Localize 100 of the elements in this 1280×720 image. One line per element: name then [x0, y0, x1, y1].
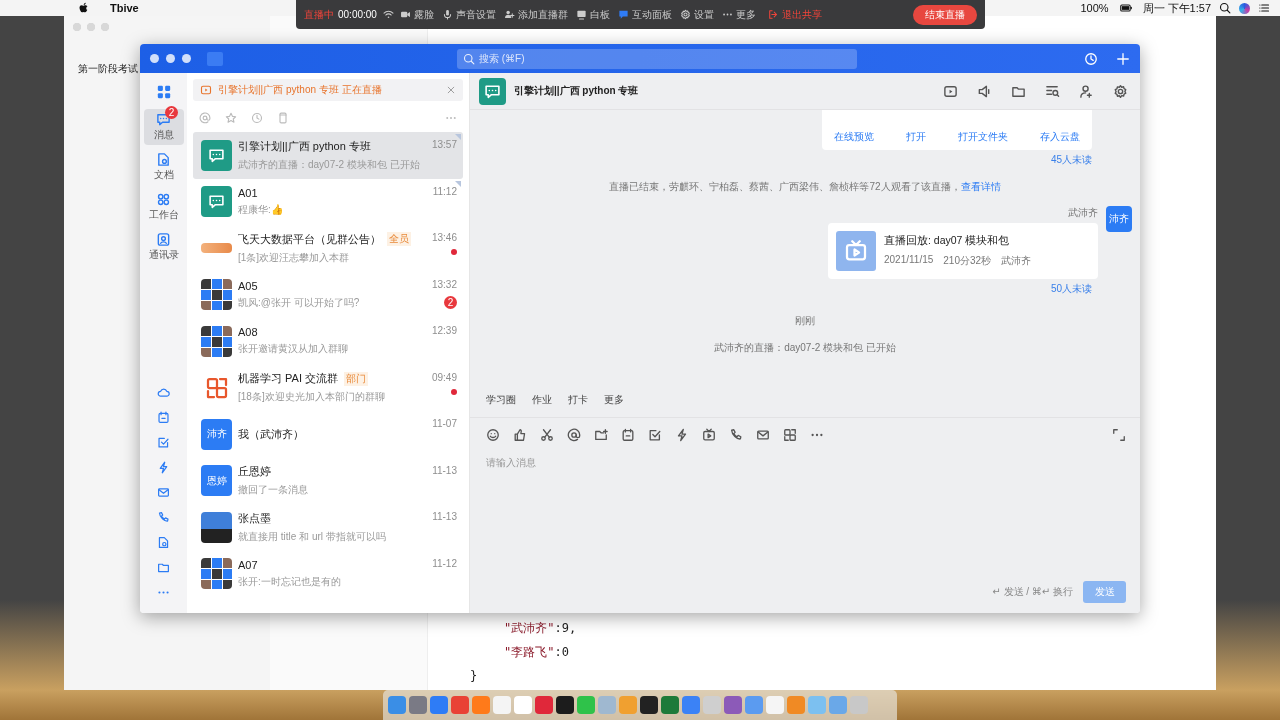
scissors-icon[interactable]: [540, 428, 554, 442]
file-action-link[interactable]: 打开文件夹: [958, 130, 1008, 144]
unread-count-link[interactable]: 50人未读: [1050, 282, 1092, 296]
unread-dot: [451, 249, 457, 255]
chat-time: 11-13: [432, 464, 457, 476]
banner-text: 引擎计划||广西 python 专班 正在直播: [218, 83, 383, 97]
group-avatar: [201, 279, 232, 311]
exit-icon: [767, 9, 779, 20]
checkbox-icon[interactable]: [648, 428, 662, 442]
folder-icon[interactable]: [157, 561, 170, 574]
chat-item[interactable]: A01 程康华:👍 11:12: [193, 178, 463, 225]
chat-item[interactable]: 引擎计划||广西 python 专班 武沛齐的直播：day07-2 模块和包 已开始 13:57: [193, 132, 463, 179]
file-action-link[interactable]: 在线预览: [834, 130, 874, 144]
lightning-icon[interactable]: [157, 461, 170, 474]
lightning-icon[interactable]: [675, 428, 689, 442]
message-preview: [18条]欢迎史光加入本部门的群聊: [238, 390, 386, 405]
toolbar-button[interactable]: 声音设置: [439, 7, 498, 22]
thumbs-up-icon[interactable]: [513, 428, 527, 442]
envelope-icon[interactable]: [756, 428, 770, 442]
list-search-icon[interactable]: [1045, 83, 1060, 99]
phone-icon[interactable]: [157, 511, 170, 524]
quick-tab[interactable]: 更多: [598, 391, 630, 409]
calendar-icon[interactable]: [621, 428, 635, 442]
chat-name: 机器学习 PAI 交流群: [238, 371, 339, 387]
at-sign-icon[interactable]: [567, 428, 581, 442]
search-icon[interactable]: [1219, 2, 1231, 14]
folder-plus-icon[interactable]: [594, 428, 608, 442]
checkbox-icon[interactable]: [157, 436, 170, 449]
unread-badge: 2: [165, 106, 178, 119]
group-logo: [201, 243, 232, 254]
menu-icon[interactable]: [1258, 2, 1270, 14]
menu-clock: 周一 下午1:57: [1142, 0, 1211, 16]
emoji-icon[interactable]: [486, 428, 500, 442]
code-line: "李路飞":0: [503, 644, 570, 661]
rail-tab[interactable]: 通讯录: [143, 229, 184, 265]
envelope-icon[interactable]: [157, 486, 170, 499]
live-timer: 00:00:00: [338, 9, 377, 20]
photo-placeholder: [201, 511, 232, 543]
history-icon[interactable]: [1084, 51, 1098, 66]
speaker-icon[interactable]: [977, 83, 992, 99]
quick-tab[interactable]: 学习圈: [480, 391, 522, 409]
group-avatar: [201, 325, 232, 357]
chat-name: 张点墨: [238, 510, 271, 526]
contact-card-icon: [156, 232, 171, 247]
app-icon[interactable]: [556, 696, 574, 714]
chat-item[interactable]: A05 凯风:@张开 可以开始了吗? 13:32 2: [193, 271, 463, 318]
app-icon[interactable]: [640, 696, 658, 714]
chat-item[interactable]: 机器学习 PAI 交流群 部门 [18条]欢迎史光加入本部门的群聊 09:49: [193, 364, 463, 411]
system-notice: 武沛齐的直播：day07-2 模块和包 已开始: [713, 341, 897, 355]
expand-icon[interactable]: [1112, 428, 1126, 442]
rail-tab[interactable]: 工作台: [143, 189, 184, 225]
message-input[interactable]: 请输入消息: [486, 442, 1126, 581]
user-avatar: 恩婷: [201, 465, 232, 497]
close-icon[interactable]: [446, 85, 456, 95]
microphone-icon: [441, 9, 453, 20]
card-duration: 210分32秒: [943, 254, 992, 268]
sidebar-title: 第一阶段考试: [77, 62, 139, 76]
chat-item[interactable]: A08 张开邀请黄汉从加入群聊 12:39: [193, 318, 463, 365]
toolbar-button[interactable]: 更多: [719, 7, 758, 22]
document-icon[interactable]: [157, 536, 170, 549]
chat-item[interactable]: 飞天大数据平台（见群公告） 全员 [1条]欢迎汪志攀加入本群 13:46: [193, 225, 463, 272]
user-avatar: 沛齐: [201, 418, 232, 450]
unread-count-link[interactable]: 45人未读: [1050, 153, 1092, 167]
code-line: }: [470, 668, 479, 685]
add-person-icon[interactable]: [1079, 83, 1094, 99]
file-action-link[interactable]: 打开: [906, 130, 926, 144]
toolbar-button[interactable]: 互动面板: [615, 7, 674, 22]
view-details-link[interactable]: 查看详情: [960, 181, 1001, 192]
toolbar-button[interactable]: 设置: [677, 7, 716, 22]
settings-icon[interactable]: [1113, 83, 1128, 99]
toolbar-button[interactable]: 白板: [573, 7, 612, 22]
chat-name: 飞天大数据平台（见群公告）: [238, 231, 381, 247]
pin-corner: [455, 180, 461, 187]
chat-time: 11-12: [432, 557, 457, 569]
chat-name: 丘恩婷: [238, 464, 271, 480]
chat-time: 11-13: [432, 511, 457, 522]
cloud-icon[interactable]: [157, 386, 170, 399]
quick-tab[interactable]: 打卡: [562, 391, 594, 409]
chat-item[interactable]: 沛齐 我（武沛齐） 11-07: [193, 411, 463, 458]
settings-icon: [679, 9, 691, 20]
toolbar-button[interactable]: 露脸: [397, 7, 436, 22]
tv-icon[interactable]: [702, 428, 716, 442]
rail-tab[interactable]: 2 消息: [143, 109, 184, 145]
app-name[interactable]: Tbive: [110, 2, 139, 14]
colorful-circle-icon[interactable]: [1239, 2, 1250, 14]
quick-tab[interactable]: 作业: [526, 391, 558, 409]
toolbar-button[interactable]: 添加直播群: [501, 7, 570, 22]
chat-item[interactable]: 张点墨 就直接用 title 和 url 带指就可以吗 11-13: [193, 504, 463, 551]
clock-icon[interactable]: [251, 112, 263, 124]
file-action-link[interactable]: 存入云盘: [1040, 130, 1080, 144]
end-live-button[interactable]: 结束直播: [913, 4, 977, 25]
rail-tab[interactable]: 文档: [143, 149, 184, 185]
layout-icon[interactable]: [783, 428, 797, 442]
star-icon[interactable]: [225, 112, 237, 124]
replay-card[interactable]: 直播回放: day07 模块和包 2021/11/15 210分32秒 武沛齐: [828, 223, 1098, 279]
calendar-icon[interactable]: [157, 411, 170, 424]
video-icon[interactable]: [943, 83, 958, 99]
phone-icon[interactable]: [729, 428, 743, 442]
plus-icon[interactable]: [1116, 51, 1130, 66]
message-preview: 就直接用 title 和 url 带指就可以吗: [238, 529, 387, 544]
